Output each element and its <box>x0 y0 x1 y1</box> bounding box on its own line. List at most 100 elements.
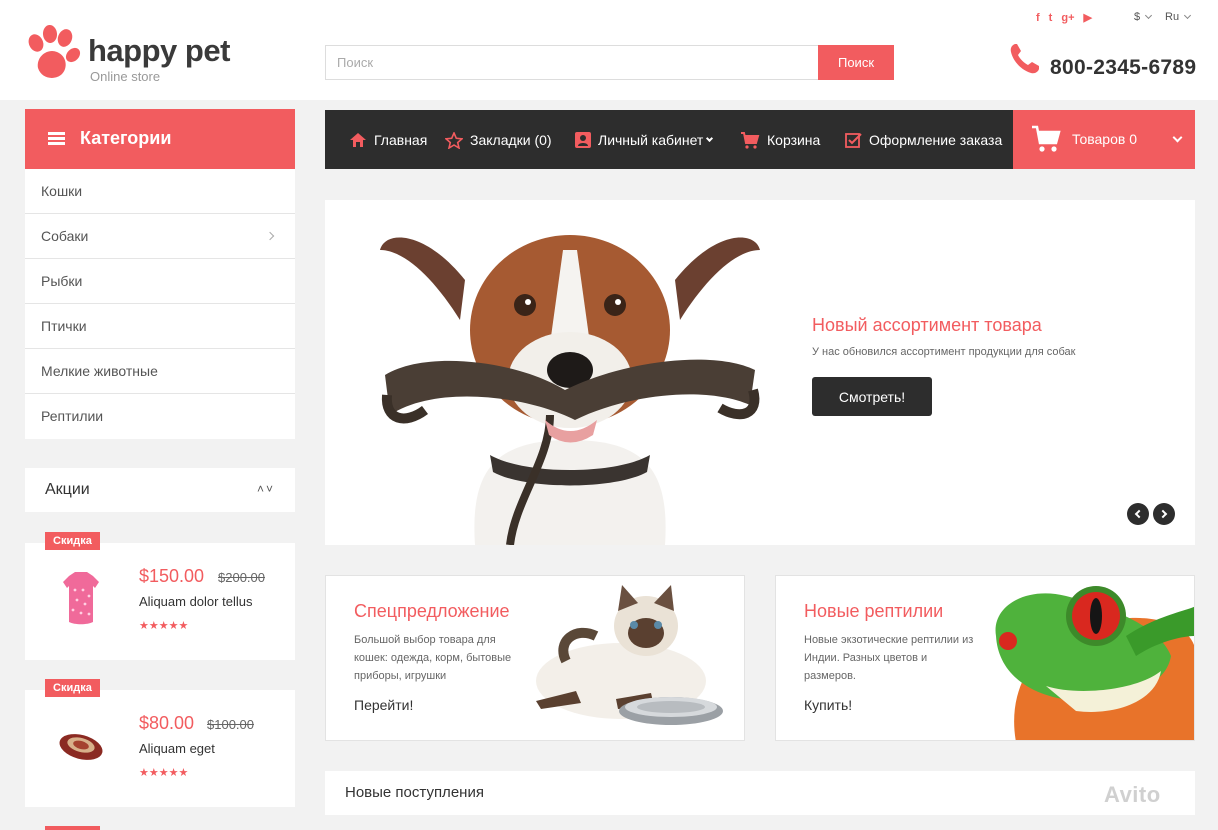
product-price: $150.00 <box>139 566 205 586</box>
category-item-reptiles[interactable]: Рептилии <box>25 394 295 439</box>
category-item-birds[interactable]: Птички <box>25 304 295 349</box>
product-name[interactable]: Aliquam dolor tellus <box>139 594 252 609</box>
new-arrivals-header: Новые поступления <box>325 771 1195 815</box>
home-icon <box>350 133 366 147</box>
frog-image <box>995 586 1194 740</box>
menu-icon <box>48 132 65 145</box>
account-icon <box>575 132 591 148</box>
twitter-icon[interactable]: t <box>1049 11 1053 25</box>
slide-text: У нас обновился ассортимент продукции дл… <box>812 346 1076 358</box>
chevron-down-icon <box>706 134 714 142</box>
nav-checkout[interactable]: Оформление заказа <box>845 129 1002 151</box>
category-label: Мелкие животные <box>41 363 158 379</box>
cart-widget[interactable]: Товаров 0 <box>1013 110 1195 169</box>
product-old-price: $100.00 <box>207 717 254 732</box>
banner-title: Спецпредложение <box>354 601 510 621</box>
category-item-dogs[interactable]: Собаки <box>25 214 295 259</box>
nav-home[interactable]: Главная <box>349 129 427 151</box>
chevron-right-icon <box>265 231 275 241</box>
header: happy pet Online store Поиск f t g+ ▶ $ … <box>0 0 1218 100</box>
nav-label: Личный кабинет <box>598 132 704 148</box>
currency-value: $ <box>1134 11 1141 23</box>
category-label: Кошки <box>41 183 83 199</box>
currency-selector[interactable]: $ <box>1134 11 1153 23</box>
category-item-small-animals[interactable]: Мелкие животные <box>25 349 295 394</box>
paw-logo-icon <box>28 25 81 78</box>
phone-number[interactable]: 800-2345-6789 <box>1050 56 1196 80</box>
cat-image <box>536 585 723 725</box>
carousel-arrows[interactable]: ˄˅ <box>257 482 275 496</box>
view-button[interactable]: Смотреть! <box>812 377 932 416</box>
category-label: Рептилии <box>41 408 104 424</box>
promos-title: Акции <box>45 481 90 498</box>
cart-icon <box>741 131 760 149</box>
social-links: f t g+ ▶ <box>1036 10 1092 26</box>
search-bar: Поиск <box>325 45 894 80</box>
category-label: Собаки <box>41 228 89 244</box>
chevron-down-icon[interactable]: ˅ <box>266 482 275 496</box>
nav-label: Главная <box>374 132 428 148</box>
product-price: $80.00 <box>139 713 195 733</box>
search-input[interactable] <box>325 45 818 80</box>
brand-name: happy pet <box>88 33 230 68</box>
rating-stars: ★★★★★ <box>139 767 189 779</box>
rating-stars: ★★★★★ <box>139 620 189 632</box>
nav-label: Закладки (0) <box>470 132 552 148</box>
product-image-sweater <box>63 572 99 625</box>
chevron-down-icon <box>1184 11 1192 20</box>
promos-header: Акции ˄˅ <box>25 468 295 512</box>
categories-list: Кошки Собаки Рыбки Птички Мелкие животны… <box>25 169 295 439</box>
cart-icon <box>1032 125 1061 152</box>
hero-slider: Новый ассортимент товара У нас обновился… <box>325 200 1195 545</box>
star-icon <box>445 131 463 149</box>
banner-title: Новые рептилии <box>804 601 944 621</box>
slider-next-icon[interactable] <box>1153 503 1175 525</box>
facebook-icon[interactable]: f <box>1036 11 1040 25</box>
product-image-treat <box>59 734 103 760</box>
logo[interactable]: happy pet Online store <box>24 24 254 86</box>
google-plus-icon[interactable]: g+ <box>1061 11 1074 25</box>
category-item-cats[interactable]: Кошки <box>25 169 295 214</box>
chevron-down-icon <box>1172 132 1183 143</box>
slider-prev-icon[interactable] <box>1127 503 1149 525</box>
nav-label: Корзина <box>767 132 821 148</box>
nav-label: Оформление заказа <box>869 132 1003 148</box>
discount-badge: Скидка <box>45 532 100 550</box>
language-selector[interactable]: Ru <box>1165 11 1192 23</box>
avito-watermark: Avito <box>1104 782 1161 807</box>
categories-header[interactable]: Категории <box>25 109 295 169</box>
cart-count: Товаров 0 <box>1072 131 1137 147</box>
search-button[interactable]: Поиск <box>818 45 894 80</box>
promo-product[interactable]: Скидка $80.00 $100.00 Aliquam eget ★★★★★ <box>25 679 295 807</box>
categories-title: Категории <box>80 128 172 148</box>
product-old-price: $200.00 <box>218 570 265 585</box>
promo-product[interactable]: Скидка $150.00 $200.00 Aliquam dolor tel… <box>25 532 295 660</box>
banner-text: Новые экзотические рептилии из Индии. Ра… <box>804 634 974 682</box>
dog-with-leash-image <box>380 235 760 545</box>
chevron-up-icon[interactable]: ˄ <box>257 482 266 496</box>
banner-special-offer[interactable]: Спецпредложение Большой выбор товара для… <box>325 575 745 741</box>
nav-cart[interactable]: Корзина <box>740 129 820 151</box>
brand-tagline: Online store <box>90 69 161 84</box>
phone-block: 800-2345-6789 <box>1008 42 1198 82</box>
nav-account[interactable]: Личный кабинет <box>575 129 714 151</box>
slide-title: Новый ассортимент товара <box>812 315 1042 335</box>
phone-icon <box>1010 44 1039 74</box>
category-item-fish[interactable]: Рыбки <box>25 259 295 304</box>
banner-link[interactable]: Купить! <box>804 697 852 713</box>
product-name[interactable]: Aliquam eget <box>139 741 215 756</box>
chevron-down-icon <box>1145 11 1153 20</box>
nav-bookmarks[interactable]: Закладки (0) <box>445 129 552 151</box>
discount-badge <box>45 826 100 830</box>
banner-new-reptiles[interactable]: Новые рептилии Новые экзотические рептил… <box>775 575 1195 741</box>
category-label: Птички <box>41 318 87 334</box>
banner-text: Большой выбор товара для кошек: одежда, … <box>354 634 512 682</box>
language-value: Ru <box>1165 11 1180 23</box>
discount-badge: Скидка <box>45 679 100 697</box>
checkbox-icon <box>845 132 862 148</box>
banner-link[interactable]: Перейти! <box>354 697 413 713</box>
main-nav: Главная Закладки (0) Личный кабинет Корз… <box>325 110 1013 169</box>
new-arrivals-title: Новые поступления <box>345 784 484 801</box>
category-label: Рыбки <box>41 273 83 289</box>
youtube-icon[interactable]: ▶ <box>1084 11 1092 25</box>
